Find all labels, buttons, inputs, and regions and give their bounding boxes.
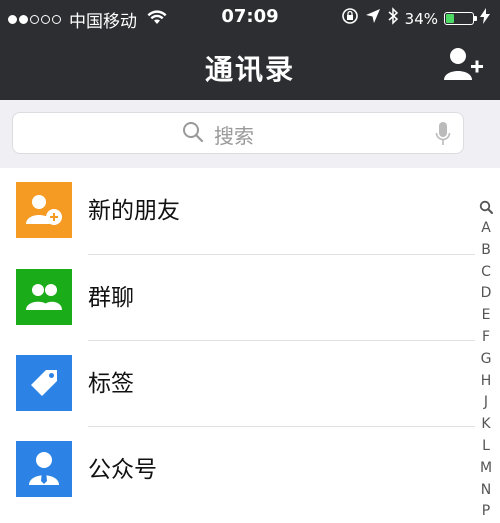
tag-icon [16,355,72,411]
index-letter[interactable]: M [478,458,494,480]
index-letter[interactable]: F [478,327,494,349]
index-search-icon[interactable] [478,196,494,218]
header: 中国移动 07:09 34% 通讯录 [0,0,500,100]
contact-list: 新的朋友 群聊 标签 公众号 [0,168,475,517]
group-chat-icon [16,269,72,325]
search-area: 搜索 [0,100,500,168]
microphone-icon[interactable] [435,121,451,151]
list-item-tags[interactable]: 标签 [0,341,475,427]
status-bar: 中国移动 07:09 34% [0,0,500,36]
index-letter[interactable]: C [478,262,494,284]
list-item-label: 群聊 [88,285,134,311]
list-item-official-accounts[interactable]: 公众号 [0,427,475,513]
index-letter[interactable]: G [478,349,494,371]
location-icon [365,8,381,29]
rotation-lock-icon [341,7,359,30]
index-letter[interactable]: A [478,218,494,240]
index-letter[interactable]: J [478,392,494,414]
index-letter[interactable]: B [478,240,494,262]
search-icon [182,121,204,148]
battery-icon [444,12,477,25]
list-item-label: 新的朋友 [88,198,180,224]
index-letter[interactable]: L [478,436,494,458]
battery-percent: 34% [404,9,438,28]
list-item-group-chats[interactable]: 群聊 [0,255,475,341]
index-letter[interactable]: P [478,501,494,523]
alphabet-index-bar[interactable]: A B C D E F G H J K L M N P [478,196,494,523]
index-letter[interactable]: D [478,283,494,305]
charging-icon [480,8,490,29]
index-letter[interactable]: N [478,480,494,502]
add-person-icon [444,48,483,80]
status-right: 34% [341,7,490,30]
official-account-icon [16,441,72,497]
add-contact-button[interactable] [444,46,484,82]
list-item-label: 公众号 [88,457,157,483]
bluetooth-icon [387,7,399,30]
new-friend-icon [16,182,72,238]
index-letter[interactable]: H [478,371,494,393]
search-placeholder: 搜索 [214,123,254,148]
page-title: 通讯录 [204,53,295,86]
index-letter[interactable]: E [478,305,494,327]
list-item-label: 标签 [88,371,134,397]
search-input[interactable]: 搜索 [12,112,464,154]
index-letter[interactable]: K [478,414,494,436]
list-item-new-friends[interactable]: 新的朋友 [0,168,475,254]
